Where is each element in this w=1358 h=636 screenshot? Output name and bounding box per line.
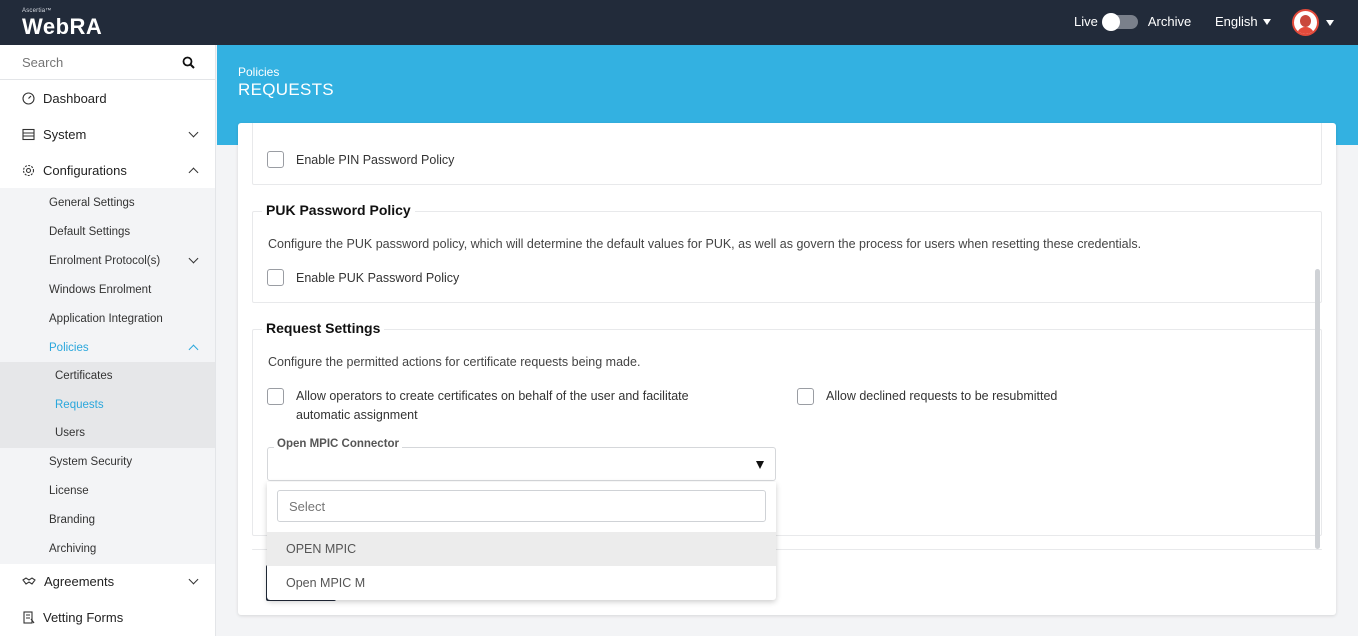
allow-declined-checkbox[interactable] [797, 388, 814, 405]
chevron-down-icon [188, 127, 199, 137]
allow-operators-label-line2: automatic assignment [296, 408, 418, 422]
sidebar-item-label: Branding [49, 514, 96, 526]
sidebar-item-system-security[interactable]: System Security [0, 448, 215, 477]
breadcrumb[interactable]: Policies [238, 65, 279, 79]
sidebar-item-label: Agreements [44, 574, 115, 589]
mpic-connector-label: Open MPIC Connector [274, 438, 403, 450]
gear-icon [22, 164, 35, 176]
form-icon [23, 611, 35, 624]
avatar [1292, 9, 1319, 36]
sidebar-item-enrolment-protocols[interactable]: Enrolment Protocol(s) [0, 246, 215, 275]
policies-submenu: Certificates Requests Users [0, 362, 215, 448]
sidebar-item-policies[interactable]: Policies [0, 333, 215, 362]
puk-section-title: PUK Password Policy [262, 202, 415, 218]
sidebar-item-label: System Security [49, 456, 133, 468]
sidebar: Dashboard System Configurations General … [0, 45, 216, 636]
allow-operators-label-line1: Allow operators to create certificates o… [296, 389, 689, 403]
live-archive-switch: Live Archive [1074, 12, 1192, 31]
request-settings-description: Configure the permitted actions for cert… [268, 355, 641, 369]
dashboard-icon [22, 91, 35, 105]
sidebar-item-default-settings[interactable]: Default Settings [0, 217, 215, 246]
chevron-up-icon [188, 167, 199, 177]
dropdown-option[interactable]: Open MPIC M [267, 566, 776, 600]
sidebar-item-archiving[interactable]: Archiving [0, 535, 215, 564]
sidebar-item-label: License [49, 485, 89, 497]
sidebar-item-configurations[interactable]: Configurations [0, 152, 215, 188]
sidebar-item-label: Policies [49, 341, 89, 354]
search-icon[interactable] [182, 56, 195, 69]
sidebar-item-label: Default Settings [49, 225, 131, 238]
request-settings-title: Request Settings [262, 320, 385, 336]
allow-declined-label: Allow declined requests to be resubmitte… [826, 389, 1058, 403]
language-label: English [1215, 14, 1258, 29]
sidebar-item-vetting-forms[interactable]: Vetting Forms [0, 600, 215, 636]
enable-pin-label: Enable PIN Password Policy [296, 153, 455, 167]
handshake-icon [22, 577, 36, 585]
mpic-connector-dropdown: OPEN MPIC Open MPIC M [267, 482, 776, 600]
webra-logo[interactable]: Ascertia™ WebRA [22, 8, 102, 39]
enable-puk-checkbox[interactable] [267, 269, 284, 286]
logo-name: WebRA [22, 14, 103, 39]
sidebar-item-dashboard[interactable]: Dashboard [0, 80, 215, 116]
sidebar-item-label: Vetting Forms [43, 610, 124, 625]
sidebar-item-windows-enrolment[interactable]: Windows Enrolment [0, 275, 215, 304]
caret-down-icon [1262, 18, 1271, 25]
configurations-submenu: General Settings Default Settings Enrolm… [0, 188, 215, 564]
chevron-up-icon [188, 344, 199, 355]
sidebar-item-label: Windows Enrolment [49, 283, 152, 296]
live-archive-toggle[interactable] [1101, 12, 1138, 31]
search-input[interactable] [22, 54, 172, 70]
sidebar-item-system[interactable]: System [0, 116, 215, 152]
dropdown-search-input[interactable] [277, 490, 766, 522]
sidebar-item-license[interactable]: License [0, 477, 215, 506]
sidebar-item-application-integration[interactable]: Application Integration [0, 304, 215, 333]
sidebar-item-agreements[interactable]: Agreements [0, 564, 215, 600]
sidebar-item-label: Dashboard [43, 90, 107, 106]
scrollbar[interactable] [1315, 269, 1320, 549]
sidebar-item-label: General Settings [49, 196, 135, 209]
sidebar-item-label: Configurations [43, 162, 127, 178]
enable-puk-label: Enable PUK Password Policy [296, 271, 460, 285]
live-label: Live [1074, 14, 1098, 29]
sidebar-item-label: Archiving [49, 543, 97, 555]
caret-down-icon [756, 461, 764, 469]
enable-pin-checkbox[interactable] [267, 151, 284, 168]
top-bar: Ascertia™ WebRA Live Archive English [0, 0, 1358, 45]
sidebar-item-label: System [43, 126, 87, 142]
puk-description: Configure the PUK password policy, which… [268, 237, 1142, 251]
mpic-connector-select[interactable] [267, 447, 776, 481]
sidebar-item-branding[interactable]: Branding [0, 506, 215, 535]
toggle-knob [1101, 12, 1120, 31]
sidebar-item-users[interactable]: Users [0, 419, 215, 448]
sidebar-item-certificates[interactable]: Certificates [0, 362, 215, 391]
chevron-down-icon [188, 253, 199, 264]
server-icon [22, 128, 35, 140]
sidebar-item-label: Enrolment Protocol(s) [49, 254, 161, 267]
dropdown-option[interactable]: OPEN MPIC [267, 532, 776, 566]
allow-operators-checkbox[interactable] [267, 388, 284, 405]
archive-label: Archive [1147, 14, 1192, 29]
language-selector[interactable]: English [1215, 14, 1271, 29]
sidebar-item-requests[interactable]: Requests [0, 391, 215, 420]
user-menu[interactable] [1292, 9, 1334, 36]
puk-policy-section [252, 211, 1322, 303]
page-title: REQUESTS [238, 80, 334, 99]
sidebar-item-label: Application Integration [49, 312, 163, 325]
chevron-down-icon [188, 574, 199, 585]
sidebar-search [0, 45, 215, 80]
caret-down-icon [1326, 19, 1334, 26]
sidebar-item-general-settings[interactable]: General Settings [0, 188, 215, 217]
